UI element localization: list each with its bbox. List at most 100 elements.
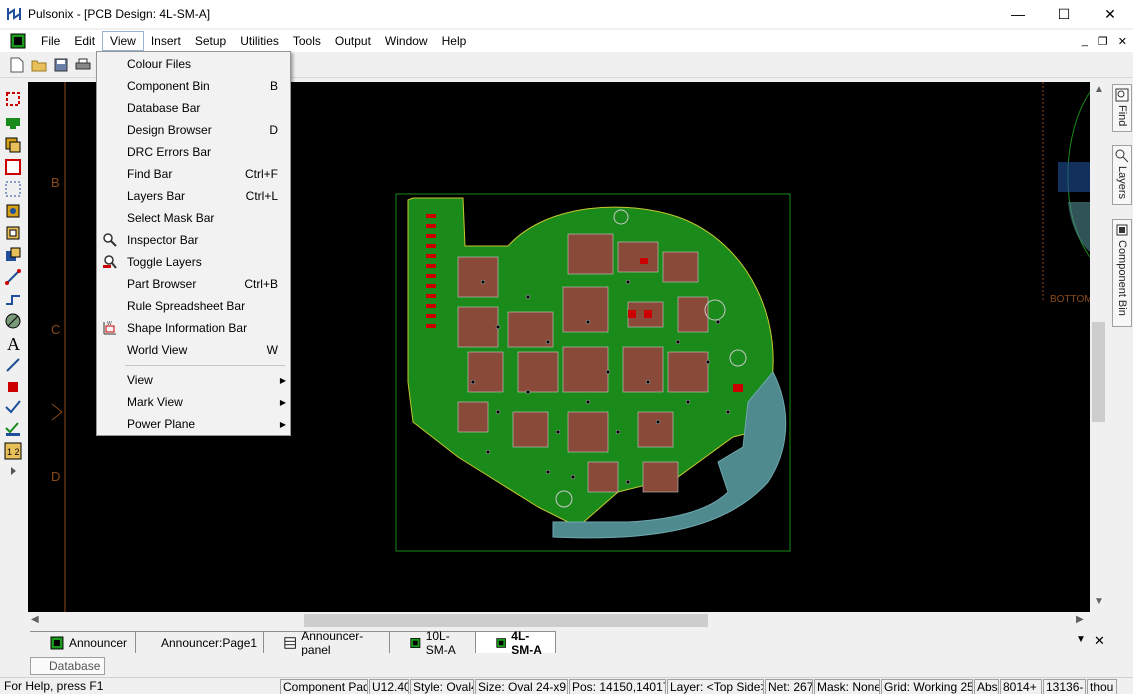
menu-item-shape-information-bar[interactable]: W Shape Information Bar	[97, 317, 290, 339]
layers-panel-tab[interactable]: Layers	[1112, 145, 1132, 205]
add-template-icon[interactable]	[4, 180, 22, 198]
menu-file[interactable]: File	[34, 31, 67, 51]
menu-item-layers-bar[interactable]: Layers Bar Ctrl+L	[97, 185, 290, 207]
add-testpoint-icon[interactable]	[4, 376, 22, 394]
menu-window[interactable]: Window	[378, 31, 435, 51]
menu-item-component-bin[interactable]: Component Bin B	[97, 75, 290, 97]
verify-icon[interactable]	[4, 420, 22, 438]
add-drill-icon[interactable]	[4, 312, 22, 330]
scroll-up-arrow-icon[interactable]: ▲	[1094, 84, 1104, 95]
tab-label: 4L-SM-A	[511, 628, 542, 657]
menu-item-label: Part Browser	[127, 277, 197, 291]
menu-item-find-bar[interactable]: Find Bar Ctrl+F	[97, 163, 290, 185]
menu-bar: File Edit View Insert Setup Utilities To…	[0, 30, 1133, 52]
maximize-button[interactable]: ☐	[1041, 0, 1087, 28]
menu-item-world-view[interactable]: World View W	[97, 339, 290, 361]
close-document-icon[interactable]: ✕	[1094, 633, 1105, 649]
menu-item-drc-errors-bar[interactable]: DRC Errors Bar	[97, 141, 290, 163]
vertical-scrollbar[interactable]: ▲ ▼	[1090, 82, 1107, 612]
close-button[interactable]: ✕	[1087, 0, 1133, 28]
database-bar: Database	[0, 656, 1133, 676]
menu-item-database-bar[interactable]: Database Bar	[97, 97, 290, 119]
mdi-restore-button[interactable]: ❐	[1098, 35, 1108, 48]
menu-tools[interactable]: Tools	[286, 31, 328, 51]
tab-4l-sm-a[interactable]: 4L-SM-A	[476, 629, 556, 657]
horizontal-scroll-thumb[interactable]	[304, 614, 708, 627]
add-pad-icon[interactable]	[4, 202, 22, 220]
layers-icon	[1115, 149, 1129, 163]
menu-separator	[125, 365, 285, 366]
menu-item-label: Inspector Bar	[127, 233, 199, 247]
menu-item-label: View	[127, 373, 153, 387]
menu-item-power-plane-submenu[interactable]: Power Plane ▶	[97, 413, 290, 435]
tab-announcer[interactable]: Announcer	[30, 631, 136, 653]
scroll-left-arrow-icon[interactable]: ◀	[31, 614, 39, 625]
menu-output[interactable]: Output	[328, 31, 378, 51]
menu-item-inspector-bar[interactable]: Inspector Bar	[97, 229, 290, 251]
menu-item-colour-files[interactable]: Colour Files	[97, 53, 290, 75]
new-file-icon[interactable]	[8, 56, 26, 74]
select-icon[interactable]	[4, 90, 22, 108]
menu-item-rule-spreadsheet-bar[interactable]: Rule Spreadsheet Bar	[97, 295, 290, 317]
find-tab-label: Find	[1116, 105, 1128, 127]
menu-item-select-mask-bar[interactable]: Select Mask Bar	[97, 207, 290, 229]
mdi-close-button[interactable]: ✕	[1118, 35, 1127, 48]
horizontal-scrollbar[interactable]: ◀ ▶	[28, 612, 1090, 629]
vertical-scroll-thumb[interactable]	[1092, 322, 1105, 422]
menu-help[interactable]: Help	[435, 31, 474, 51]
tab-list-dropdown-icon[interactable]: ▼	[1076, 634, 1086, 645]
tab-label: Announcer:Page1	[161, 635, 258, 650]
add-area-icon[interactable]	[4, 158, 22, 176]
bottom-layer-label: BOTTOM	[1050, 294, 1090, 305]
menu-item-mark-view-submenu[interactable]: Mark View ▶	[97, 391, 290, 413]
renumber-icon[interactable]: 1 2	[4, 442, 22, 460]
tab-announcer-panel[interactable]: Announcer-panel	[264, 629, 390, 657]
status-position: Pos: 14150,14017-	[569, 679, 666, 694]
more-tools-chevron-icon[interactable]	[4, 462, 22, 480]
component-bin-panel-tab[interactable]: Component Bin	[1112, 219, 1132, 327]
status-bar: For Help, press F1 Component Pad U12.40 …	[0, 677, 1133, 694]
menu-item-shortcut: Ctrl+F	[245, 167, 278, 181]
menu-view[interactable]: View	[102, 31, 144, 51]
scroll-right-arrow-icon[interactable]: ▶	[1076, 614, 1084, 625]
add-copper-icon[interactable]	[4, 246, 22, 264]
drc-check-icon[interactable]	[4, 398, 22, 416]
submenu-arrow-icon: ▶	[279, 397, 286, 407]
mdi-minimize-button[interactable]: _	[1082, 35, 1088, 47]
add-line-icon[interactable]	[4, 356, 22, 374]
menu-item-part-browser[interactable]: Part Browser Ctrl+B	[97, 273, 290, 295]
menu-item-design-browser[interactable]: Design Browser D	[97, 119, 290, 141]
menu-item-shortcut: D	[269, 123, 278, 137]
tab-announcer-page1[interactable]: Announcer:Page1	[136, 631, 264, 653]
menu-setup[interactable]: Setup	[188, 31, 233, 51]
print-icon[interactable]	[74, 56, 92, 74]
add-text-icon[interactable]: A	[4, 334, 22, 352]
toggle-layers-icon	[103, 255, 117, 269]
menu-item-view-submenu[interactable]: View ▶	[97, 369, 290, 391]
minimize-button[interactable]: —	[995, 0, 1041, 28]
add-via-icon[interactable]	[4, 224, 22, 242]
status-grid: Grid: Working 25	[881, 679, 973, 694]
add-track-icon[interactable]	[4, 290, 22, 308]
database-tab[interactable]: Database	[30, 657, 106, 675]
svg-text:1 2: 1 2	[7, 447, 20, 457]
menu-item-toggle-layers[interactable]: Toggle Layers	[97, 251, 290, 273]
add-shape-icon[interactable]	[4, 136, 22, 154]
menu-insert[interactable]: Insert	[144, 31, 188, 51]
menu-utilities[interactable]: Utilities	[233, 31, 286, 51]
menu-item-shortcut: Ctrl+B	[244, 277, 278, 291]
svg-text:W: W	[107, 321, 112, 327]
status-abs: Abs	[974, 679, 999, 694]
save-icon[interactable]	[52, 56, 70, 74]
add-connection-icon[interactable]	[4, 268, 22, 286]
docked-panels: Find Layers Component Bin	[1110, 82, 1133, 612]
scroll-down-arrow-icon[interactable]: ▼	[1094, 596, 1104, 607]
pcb-document-icon[interactable]	[10, 33, 26, 49]
tab-label: 10L-SM-A	[425, 628, 456, 657]
tab-10l-sm-a[interactable]: 10L-SM-A	[390, 629, 476, 657]
add-component-icon[interactable]	[4, 114, 22, 132]
find-panel-tab[interactable]: Find	[1112, 84, 1132, 132]
menu-edit[interactable]: Edit	[67, 31, 102, 51]
open-folder-icon[interactable]	[30, 56, 48, 74]
component-bin-icon	[1116, 224, 1128, 236]
